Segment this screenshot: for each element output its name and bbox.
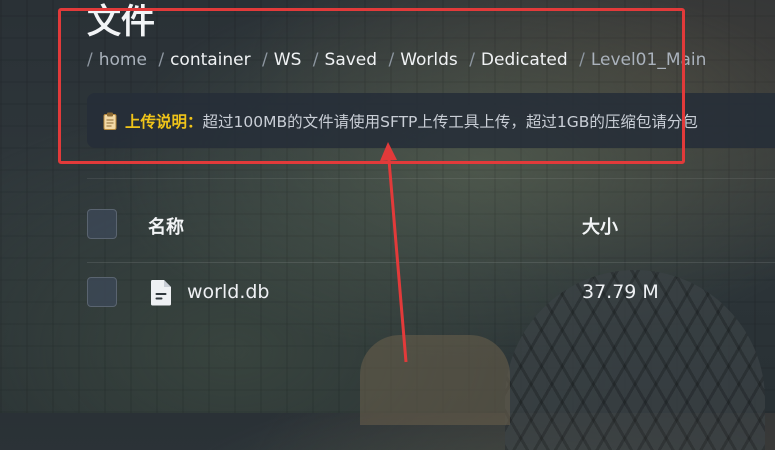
- breadcrumb-separator: /: [87, 50, 93, 70]
- file-size: 37.79 M: [582, 281, 659, 303]
- breadcrumb-separator: /: [388, 50, 395, 70]
- breadcrumb: / home / container / WS / Saved / Worlds / Ded…: [87, 49, 706, 71]
- breadcrumb-separator: /: [312, 50, 319, 70]
- table-row-divider: [87, 262, 775, 263]
- notice-text: 超过100MB的文件请使用SFTP上传工具上传，超过1GB的压缩包请分包: [202, 112, 698, 131]
- breadcrumb-separator: /: [579, 50, 585, 70]
- page-title: 文件: [87, 2, 155, 42]
- breadcrumb-item-home[interactable]: home: [99, 50, 147, 70]
- notice-label: 上传说明：: [125, 112, 203, 131]
- breadcrumb-separator: /: [262, 50, 268, 70]
- file-name[interactable]: world.db: [187, 281, 269, 303]
- breadcrumb-item-worlds[interactable]: Worlds: [400, 50, 458, 70]
- breadcrumb-item-dedicated[interactable]: Dedicated: [481, 50, 568, 70]
- row-checkbox[interactable]: [87, 277, 117, 307]
- breadcrumb-item-ws[interactable]: WS: [274, 50, 302, 70]
- breadcrumb-separator: /: [469, 50, 475, 70]
- section-divider: [87, 178, 775, 179]
- breadcrumb-current: Level01_Main: [590, 50, 707, 70]
- clipboard-icon: [103, 112, 117, 130]
- breadcrumb-item-saved[interactable]: Saved: [325, 50, 378, 70]
- column-header-size[interactable]: 大小: [582, 213, 618, 239]
- file-icon: [150, 280, 171, 306]
- breadcrumb-separator: /: [158, 50, 165, 70]
- select-all-checkbox[interactable]: [87, 209, 117, 239]
- upload-notice: 上传说明： 超过100MB的文件请使用SFTP上传工具上传，超过1GB的压缩包请…: [87, 93, 775, 148]
- breadcrumb-item-container[interactable]: container: [170, 50, 251, 70]
- background-path: [360, 335, 510, 425]
- column-header-name[interactable]: 名称: [148, 213, 184, 239]
